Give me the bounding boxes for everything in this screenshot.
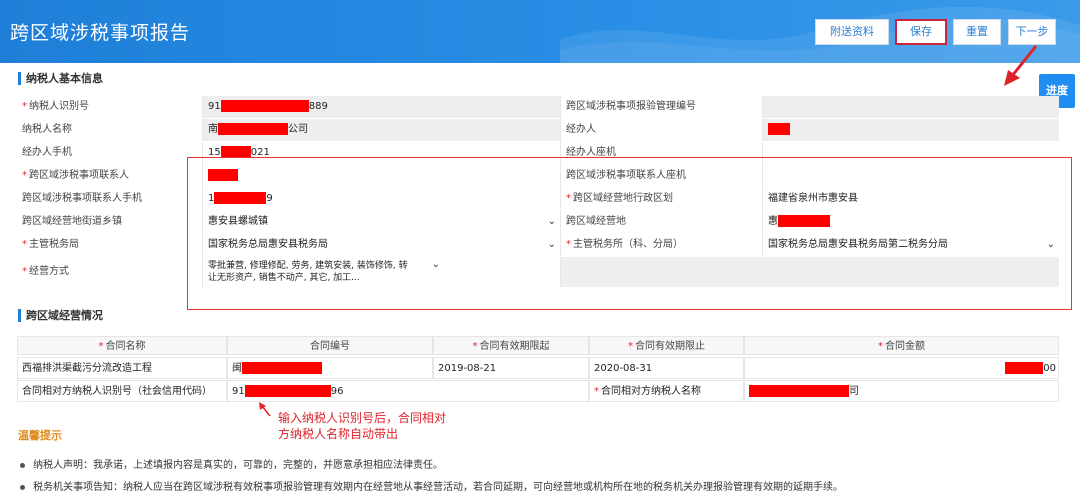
section-title-basic-info: 纳税人基本信息 <box>18 72 103 85</box>
contact-phone-label: 跨区域涉税事项联系人手机 <box>17 188 202 210</box>
report-no-field[interactable] <box>762 96 1059 118</box>
tip-item: 税务机关事项告知：纳税人应当在跨区域涉税有效税事项报验管理有效期内在经营地从事经… <box>20 478 843 493</box>
party-id-label: 合同相对方纳税人识别号（社会信用代码） <box>17 380 227 402</box>
contract-start-field[interactable]: 2019-08-21 <box>433 357 589 379</box>
taxpayer-name-field[interactable]: 南公司 <box>202 119 560 141</box>
bureau-label: * 主管税务局 <box>17 234 202 256</box>
col-header-start: * 合同有效期限起 <box>433 336 589 355</box>
agent-label: 经办人 <box>560 119 762 141</box>
col-header-amount: * 合同金额 <box>744 336 1059 355</box>
contract-amount-field[interactable]: 00 <box>744 357 1059 379</box>
street-label: 跨区域经营地街道乡镇 <box>17 211 202 233</box>
section-title-contracts: 跨区域经营情况 <box>18 309 103 322</box>
party-name-label: * 合同相对方纳税人名称 <box>589 380 744 402</box>
annotation-note: 输入纳税人识别号后，合同相对 方纳税人名称自动带出 <box>278 411 447 441</box>
taxpayer-id-label: * 纳税人识别号 <box>17 96 202 118</box>
taxpayer-name-label: 纳税人名称 <box>17 119 202 141</box>
bullet-icon <box>20 484 25 490</box>
taxpayer-id-field[interactable]: 91 889 <box>202 96 560 118</box>
col-header-end: * 合同有效期限止 <box>589 336 744 355</box>
red-arrow-annotation <box>1004 45 1038 86</box>
col-header-contract-name: * 合同名称 <box>17 336 227 355</box>
mode-label: * 经营方式 <box>17 257 202 287</box>
page-header: 跨区域涉税事项报告 附送资料 保存 重置 下一步 <box>0 0 1080 63</box>
col-header-contract-no: 合同编号 <box>227 336 433 355</box>
next-step-button[interactable]: 下一步 <box>1008 19 1056 45</box>
save-button[interactable]: 保存 <box>895 19 947 45</box>
contract-name-field[interactable]: 西福排洪渠截污分流改造工程 <box>17 357 227 379</box>
contract-no-field[interactable]: 闽 <box>227 357 433 379</box>
highlight-frame <box>187 157 1072 310</box>
page-title: 跨区域涉税事项报告 <box>10 22 191 44</box>
agent-field[interactable] <box>762 119 1059 141</box>
attach-docs-button[interactable]: 附送资料 <box>815 19 889 45</box>
party-id-field[interactable]: 91 96 <box>227 380 589 402</box>
reset-button[interactable]: 重置 <box>953 19 1001 45</box>
contact-label: * 跨区域涉税事项联系人 <box>17 165 202 187</box>
party-name-field[interactable]: 司 <box>744 380 1059 402</box>
red-arrow-small <box>259 402 271 417</box>
tips-title: 温馨提示 <box>18 429 62 442</box>
report-no-label: 跨区域涉税事项报验管理编号 <box>560 96 762 118</box>
contract-end-field[interactable]: 2020-08-31 <box>589 357 744 379</box>
agent-phone-label: 经办人手机 <box>17 142 202 164</box>
tip-item: 纳税人声明：我承诺，上述填报内容是真实的，可靠的，完整的，并愿意承担相应法律责任… <box>20 456 443 471</box>
bullet-icon <box>20 462 25 468</box>
